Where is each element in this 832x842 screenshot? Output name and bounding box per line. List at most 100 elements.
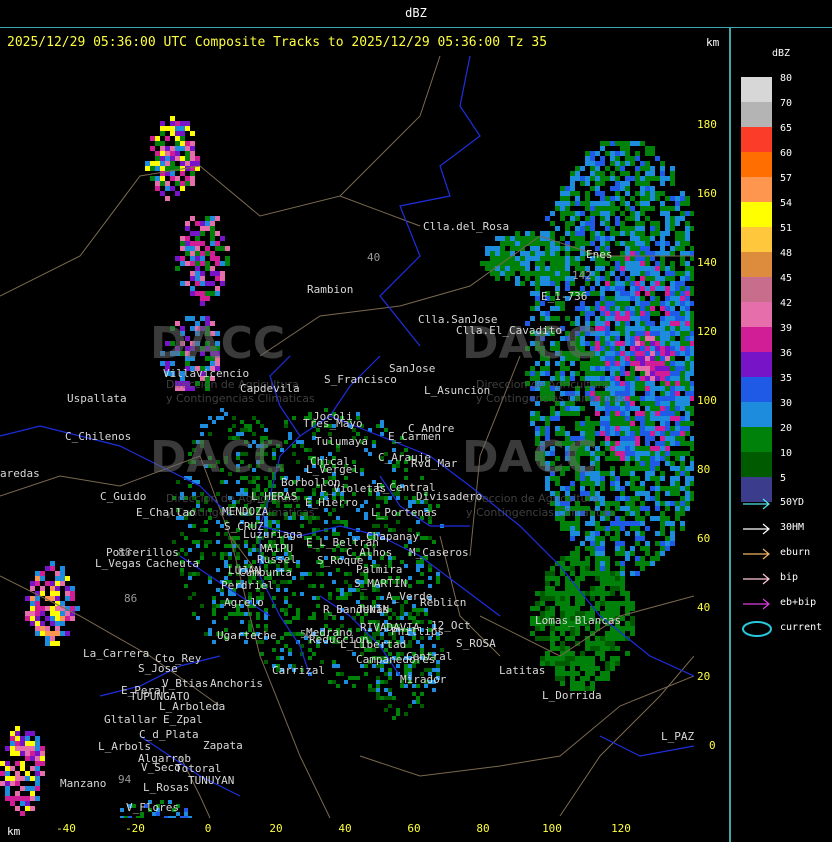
y-tick: 160 [697,187,717,200]
place-label: Reblicn [420,596,467,609]
place-label: Tulumaya [315,435,368,448]
watermark-logo-text: DACC [150,318,286,369]
legend-swatch-label: 48 [780,248,793,259]
place-label: Palmira [356,563,403,576]
place-label: Clla.El_Cavadito [456,324,562,337]
x-tick: 100 [542,822,562,835]
place-label: S_MARTIN [354,577,407,590]
km-unit-label-bottom: km [7,825,21,838]
place-label: M_Caseros [409,546,469,559]
y-tick: 0 [709,739,716,752]
place-label: L_PAZ [661,730,695,743]
track-legend-label: eb+bip [780,597,817,608]
window-title: dBZ [405,6,427,20]
place-label: V_Flores [126,801,179,814]
x-tick: 20 [269,822,283,835]
place-label: Russel [257,553,297,566]
place-label: Lomas_Blancas [535,614,622,627]
place-label: V_Btias [162,677,209,690]
legend-swatch-label: 30 [780,398,793,409]
place-label: 94 [118,773,132,786]
watermark-subtitle: y Contingencias Climaticas [466,506,615,519]
legend-swatch [741,77,772,102]
legend-swatch-label: 45 [780,273,793,284]
place-label: Gltallar [104,713,157,726]
track-legend-label: 50YD [780,497,805,508]
legend-swatch-label: 65 [780,123,793,134]
place-label: Enes [586,248,613,261]
place-label: MENDOZA [222,505,269,518]
track-legend-label: eburn [780,547,811,558]
title-bar: dBZ [0,0,832,28]
track-legend-label: bip [780,572,799,583]
place-label: TUNUYAN [188,774,235,787]
track-legend-label: current [780,622,823,633]
legend-swatch [741,127,772,152]
current-ellipse-icon [742,621,772,637]
place-label: Cacheuta [146,557,199,570]
y-tick: 40 [697,601,711,614]
place-label: Mirador [400,673,447,686]
legend-swatch [741,302,772,327]
place-label: Villavicencio [163,367,250,380]
place-label: 88 [118,546,132,559]
place-label: Ugarteche [217,629,277,642]
track-arrow-icon [743,498,770,510]
legend-swatch [741,252,772,277]
legend-swatch [741,327,772,352]
legend-swatch [741,102,772,127]
x-tick: -20 [125,822,145,835]
legend-swatch-label: 51 [780,223,793,234]
place-label: Rambion [307,283,354,296]
place-label: 40 [367,251,381,264]
legend-swatch [741,152,772,177]
place-label: Agrelo [224,596,264,609]
header-timestamp: 2025/12/29 05:36:00 UTC Composite Tracks… [7,35,548,50]
legend-swatch-label: 80 [780,73,793,84]
place-label: JUNIN [356,603,390,616]
place-label: Rvd_Mar [411,457,458,470]
legend-swatch-label: 36 [780,348,793,359]
place-label: aredas [0,467,40,480]
place-label: S_ROSA [456,637,496,650]
legend-swatch-label: 54 [780,198,793,209]
y-tick: 180 [697,118,717,131]
track-arrow-icon [743,598,770,610]
x-tick: 120 [611,822,631,835]
place-label: La_Carrera [83,647,150,660]
legend-swatch-label: 5 [780,473,787,484]
legend-swatch [741,177,772,202]
watermark-logo-text: DACC [150,432,286,483]
y-tick: 140 [697,256,717,269]
place-label: Carrizal [272,664,325,677]
track-arrow-icon [743,548,770,560]
place-label: S_Francisco [324,373,397,386]
legend-swatch-label: 42 [780,298,793,309]
watermark-subtitle: y Contingencias Climaticas [476,392,625,405]
place-label: Zapata [203,739,243,752]
track-arrow-icon [743,573,770,585]
place-label: Uspallata [67,392,127,405]
y-tick: 80 [697,463,711,476]
x-tick: 0 [204,822,212,835]
place-label: 52 [300,628,314,641]
place-label: 86 [124,592,138,605]
x-tick: -40 [56,822,76,835]
legend-swatch [741,402,772,427]
place-label: S_Jose [138,662,178,675]
place-label: Central [406,650,453,663]
place-label: E_1-736 [541,290,588,303]
legend-swatch-label: 10 [780,448,793,459]
place-label: Latitas [499,664,546,677]
legend-swatch-label: 70 [780,98,793,109]
place-label: SanJose [389,362,436,375]
place-label: Clla.del_Rosa [423,220,510,233]
y-tick: 120 [697,325,717,338]
watermark-subtitle: Direccion de Agricultura [466,492,599,505]
place-label: L_HERAS [251,490,298,503]
legend-title: dBZ [772,48,791,59]
place-label: L_Vergel [306,463,359,476]
place-label: E_Hierro [305,496,358,509]
track-legend-label: 30HM [780,522,805,533]
legend-swatch-label: 35 [780,373,793,384]
